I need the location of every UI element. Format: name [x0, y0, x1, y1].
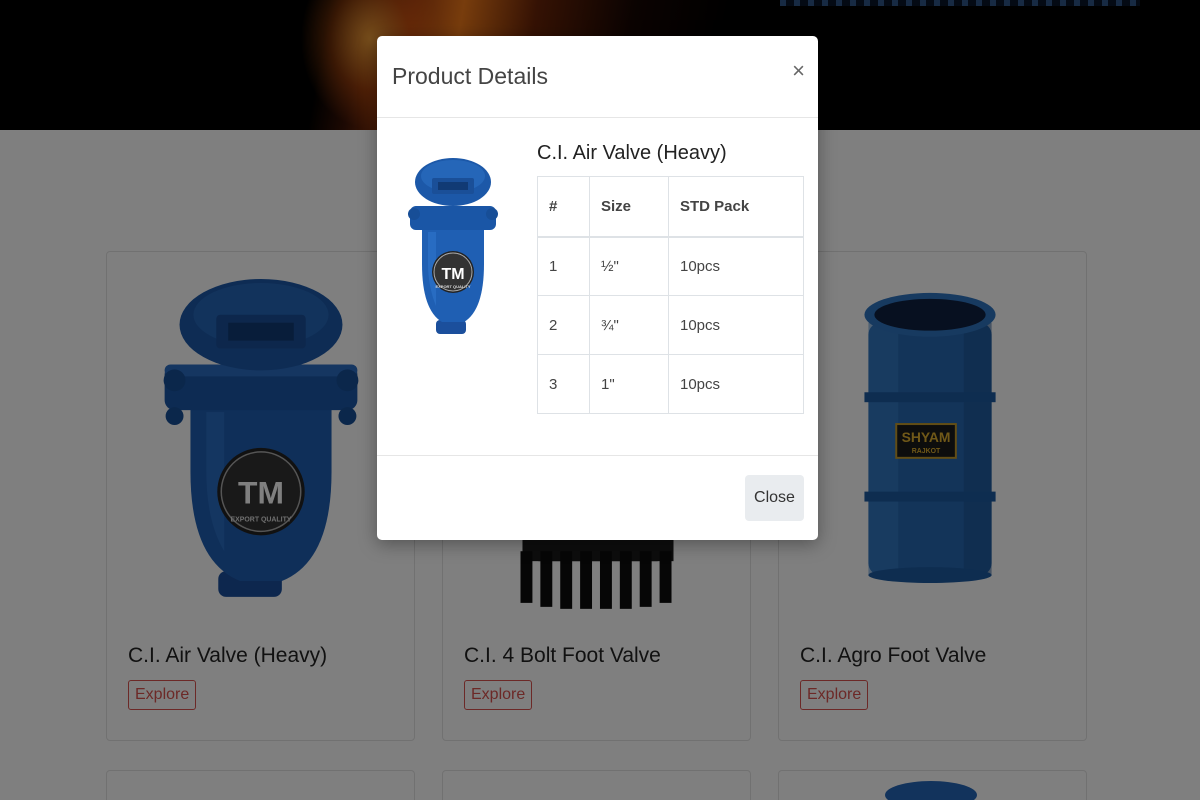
column-header-number: #	[537, 176, 590, 238]
modal-title: Product Details	[392, 63, 548, 89]
cell-std-pack: 10pcs	[668, 295, 804, 355]
modal-footer: Close	[377, 455, 818, 540]
cell-number: 1	[537, 236, 590, 296]
close-button[interactable]: Close	[745, 475, 804, 521]
air-valve-thumbnail: TM EXPORT QUALITY	[408, 158, 498, 334]
tm-logo-text: TM	[441, 266, 464, 283]
table-row: 3 1" 10pcs	[537, 354, 804, 414]
close-icon[interactable]: ×	[792, 58, 805, 84]
tm-logo-subtext: EXPORT QUALITY	[435, 284, 470, 289]
cell-std-pack: 10pcs	[668, 236, 804, 296]
modal-body: TM EXPORT QUALITY C.I. Air Valve (Heavy)…	[377, 118, 818, 455]
cell-size: 1"	[589, 354, 669, 414]
modal-header: Product Details ×	[377, 36, 818, 118]
column-header-std-pack: STD Pack	[668, 176, 804, 238]
table-header-row: # Size STD Pack	[537, 176, 804, 238]
product-details-modal: Product Details × TM EXPORT QUALITY C.I.…	[377, 36, 818, 540]
cell-number: 2	[537, 295, 590, 355]
modal-product-name: C.I. Air Valve (Heavy)	[537, 142, 727, 164]
table-row: 2 ¾" 10pcs	[537, 295, 804, 355]
cell-number: 3	[537, 354, 590, 414]
spec-table: # Size STD Pack 1 ½" 10pcs 2 ¾" 10pcs 3	[537, 176, 804, 414]
table-row: 1 ½" 10pcs	[537, 236, 804, 296]
column-header-size: Size	[589, 176, 669, 238]
cell-std-pack: 10pcs	[668, 354, 804, 414]
cell-size: ¾"	[589, 295, 669, 355]
cell-size: ½"	[589, 236, 669, 296]
